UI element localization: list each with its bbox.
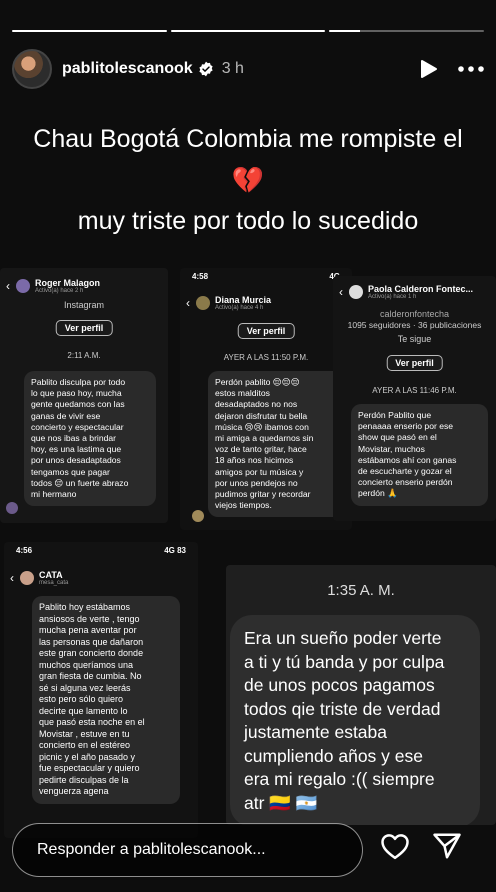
- more-icon[interactable]: [458, 66, 484, 72]
- platform-label: Instagram: [63, 300, 105, 310]
- avatar[interactable]: [12, 49, 52, 89]
- chat-name: Roger Malagon: [35, 278, 101, 288]
- chat-name: Diana Murcia: [215, 295, 272, 305]
- message-bubble: Pablito hoy estábamos ansiosos de verte …: [32, 596, 180, 804]
- heart-icon[interactable]: [380, 832, 410, 865]
- reply-input[interactable]: Responder a pablitolescanook...: [12, 823, 363, 877]
- message-bubble: Perdón pablito 😔😔😔 estos malditos desada…: [208, 371, 348, 518]
- chat-activity: Activo(a) hace 4 h: [215, 305, 264, 311]
- chat-name: CATA: [39, 570, 63, 580]
- status-bar: 4:58 4G: [192, 272, 340, 281]
- chat-header: ‹ CATA mesa_cata: [10, 570, 192, 586]
- profile-handle: calderonfontecha: [379, 309, 450, 319]
- status-network: 4G 83: [164, 546, 186, 555]
- chat-activity: Activo(a) hace 2 h: [35, 288, 84, 294]
- back-icon: ‹: [339, 285, 343, 299]
- send-icon[interactable]: [432, 832, 462, 865]
- progress-segment: [12, 30, 167, 32]
- screenshot-cata: 4:56 4G 83 ‹ CATA mesa_cata Pablito hoy …: [4, 542, 198, 838]
- message-bubble: Era un sueño poder verte a ti y tú banda…: [230, 615, 480, 825]
- status-time: 4:58: [192, 272, 209, 281]
- play-icon[interactable]: [420, 59, 438, 79]
- message-time: AYER A LAS 11:46 P.M.: [372, 386, 457, 395]
- chat-name: Paola Calderon Fontec...: [368, 284, 474, 294]
- chat-header: ‹ Roger Malagon Activo(a) hace 2 h: [6, 278, 162, 294]
- avatar: [196, 296, 210, 310]
- screenshot-diana: 4:58 4G ‹ Diana Murcia Activo(a) hace 4 …: [180, 268, 352, 530]
- story-progress: [12, 30, 485, 32]
- chat-activity: Activo(a) hace 1 h: [368, 294, 417, 300]
- screenshot-roger: ‹ Roger Malagon Activo(a) hace 2 h Insta…: [0, 268, 168, 523]
- back-icon: ‹: [10, 571, 14, 585]
- reply-placeholder: Responder a pablitolescanook...: [37, 841, 266, 858]
- avatar: [20, 571, 34, 585]
- back-icon: ‹: [6, 279, 10, 293]
- message-time: 1:35 A. M.: [327, 582, 395, 599]
- status-time: 4:56: [16, 546, 33, 555]
- progress-segment: [170, 30, 326, 32]
- username[interactable]: pablitolescanook: [62, 60, 193, 78]
- view-profile-button: Ver perfil: [55, 320, 113, 336]
- chat-handle: mesa_cata: [39, 580, 69, 586]
- avatar: [6, 502, 18, 514]
- status-bar: 4:56 4G 83: [16, 546, 186, 555]
- avatar: [16, 279, 30, 293]
- profile-stats: 1095 seguidores · 36 publicaciones: [347, 320, 482, 330]
- screenshot-paola: ‹ Paola Calderon Fontec... Activo(a) hac…: [333, 276, 496, 521]
- message-time: 2:11 A.M.: [67, 351, 101, 360]
- story-viewer[interactable]: pablitolescanook 3 h Chau Bogotá Colombi…: [0, 0, 496, 892]
- message-bubble: Pablito disculpa por todo lo que paso ho…: [24, 371, 156, 507]
- broken-heart-emoji: 💔: [231, 165, 265, 195]
- avatar: [349, 285, 363, 299]
- view-profile-button: Ver perfil: [386, 355, 443, 371]
- chat-header: ‹ Diana Murcia Activo(a) hace 4 h: [186, 295, 346, 311]
- caption-line-2: muy triste por todo lo sucedido: [77, 207, 419, 235]
- view-profile-button: Ver perfil: [237, 323, 295, 339]
- screenshot-last: 1:35 A. M. Era un sueño poder verte a ti…: [226, 565, 496, 825]
- progress-segment-current: [329, 30, 485, 32]
- back-icon: ‹: [186, 296, 190, 310]
- avatar: [192, 510, 204, 522]
- caption-line-1: Chau Bogotá Colombia me rompiste el: [33, 125, 463, 153]
- story-header: pablitolescanook 3 h: [12, 47, 484, 91]
- post-time: 3 h: [221, 60, 244, 77]
- message-time: AYER A LAS 11:50 P.M.: [223, 353, 309, 362]
- chat-header: ‹ Paola Calderon Fontec... Activo(a) hac…: [339, 284, 490, 300]
- follows-you: Te sigue: [397, 334, 432, 344]
- message-bubble: Perdón Pablito que penaaaa enserio por e…: [351, 404, 488, 506]
- verified-badge-icon: [199, 61, 213, 77]
